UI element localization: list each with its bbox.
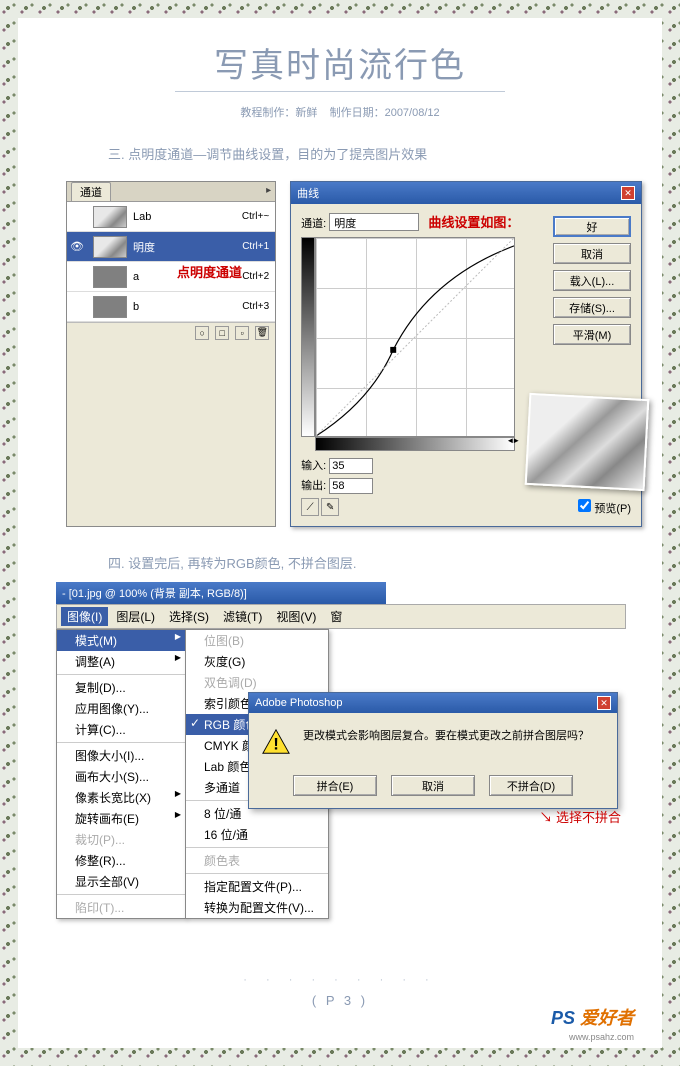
menubar-item[interactable]: 图层(L) bbox=[110, 607, 161, 626]
menu-item: 裁切(P)... bbox=[57, 829, 185, 850]
image-menu: 模式(M)调整(A) 复制(D)...应用图像(Y)...计算(C)... 图像大小… bbox=[56, 629, 186, 919]
save-selection-icon[interactable]: □ bbox=[215, 326, 229, 340]
new-channel-icon[interactable]: ▫ bbox=[235, 326, 249, 340]
svg-text:!: ! bbox=[273, 735, 279, 754]
menu-item[interactable]: 复制(D)... bbox=[57, 677, 185, 698]
pencil-tool-icon[interactable]: ✎ bbox=[321, 498, 339, 516]
delete-channel-icon[interactable]: 🗑 bbox=[255, 326, 269, 340]
menu-item[interactable]: 灰度(G) bbox=[186, 651, 328, 672]
author-label: 教程制作： bbox=[240, 107, 295, 119]
curves-graph[interactable] bbox=[315, 237, 515, 437]
menu-item[interactable]: 转换为配置文件(V)... bbox=[186, 897, 328, 918]
channel-thumb bbox=[93, 236, 127, 258]
alert-title: Adobe Photoshop bbox=[255, 697, 342, 709]
annotation-curves: 曲线设置如图： bbox=[428, 215, 519, 230]
title-underline bbox=[175, 91, 505, 92]
vertical-gradient bbox=[301, 237, 315, 437]
menu-item[interactable]: 修整(R)... bbox=[57, 850, 185, 871]
annotation-brightness-channel: 点明度通道 bbox=[177, 262, 242, 281]
panel-menu-icon[interactable]: ▸ bbox=[266, 185, 271, 196]
channel-row-明度[interactable]: 👁 明度 Ctrl+1 bbox=[67, 232, 275, 262]
save-button[interactable]: 存储(S)... bbox=[553, 297, 631, 318]
visibility-icon[interactable]: 👁 bbox=[67, 240, 87, 253]
alert-cancel-button[interactable]: 取消 bbox=[391, 775, 475, 796]
channel-shortcut: Ctrl+2 bbox=[242, 271, 269, 282]
warning-icon: ! bbox=[261, 727, 291, 757]
channel-name: b bbox=[133, 301, 242, 313]
page-title: 写真时尚流行色 bbox=[38, 38, 642, 87]
menu-item[interactable]: 调整(A) bbox=[57, 651, 185, 672]
menubar-item[interactable]: 图像(I) bbox=[61, 607, 108, 626]
meta-line: 教程制作：新鲜 制作日期：2007/08/12 bbox=[38, 104, 642, 120]
menu-item[interactable]: 像素长宽比(X) bbox=[57, 787, 185, 808]
channel-shortcut: Ctrl+3 bbox=[242, 301, 269, 312]
channel-shortcut: Ctrl+1 bbox=[242, 241, 269, 252]
smooth-button[interactable]: 平滑(M) bbox=[553, 324, 631, 345]
menu-item[interactable]: 画布大小(S)... bbox=[57, 766, 185, 787]
channels-tab[interactable]: 通道 bbox=[71, 182, 111, 201]
date: 2007/08/12 bbox=[385, 107, 440, 119]
menu-item[interactable]: 显示全部(V) bbox=[57, 871, 185, 892]
input-label: 输入: bbox=[301, 460, 326, 472]
output-label: 输出: bbox=[301, 480, 326, 492]
menu-item[interactable]: 计算(C)... bbox=[57, 719, 185, 740]
date-label: 制作日期： bbox=[330, 107, 385, 119]
watermark-logo: PS 爱好者 bbox=[551, 1004, 634, 1030]
flatten-button[interactable]: 拼合(E) bbox=[293, 775, 377, 796]
menubar-item[interactable]: 视图(V) bbox=[270, 607, 322, 626]
alert-dialog: Adobe Photoshop ✕ ! 更改模式会影响图层复合。要在模式更改之前… bbox=[248, 692, 618, 809]
alert-text: 更改模式会影响图层复合。要在模式更改之前拼合图层吗？ bbox=[303, 727, 589, 743]
menubar-item[interactable]: 滤镜(T) bbox=[217, 607, 268, 626]
menu-bar: 图像(I)图层(L)选择(S)滤镜(T)视图(V)窗 bbox=[56, 604, 626, 629]
preview-checkbox[interactable] bbox=[578, 499, 591, 512]
sample-photo bbox=[525, 393, 650, 491]
channel-select[interactable]: 明度 bbox=[329, 213, 419, 231]
annotation-dont-flatten: ↘ 选择不拼合 bbox=[539, 807, 621, 826]
menu-item: 陷印(T)... bbox=[57, 897, 185, 918]
menu-item[interactable]: 16 位/通 bbox=[186, 824, 328, 845]
menu-item[interactable]: 模式(M) bbox=[57, 630, 185, 651]
step-3-text: 三. 点明度通道—调节曲线设置，目的为了提亮图片效果 bbox=[108, 144, 642, 163]
channel-row-Lab[interactable]: Lab Ctrl+~ bbox=[67, 202, 275, 232]
step-4-text: 四. 设置完后, 再转为RGB颜色, 不拼合图层. bbox=[108, 553, 642, 572]
curves-dialog: 曲线 ✕ 通道: 明度 曲线设置如图： bbox=[290, 181, 642, 527]
load-button[interactable]: 载入(L)... bbox=[553, 270, 631, 291]
input-field[interactable] bbox=[329, 458, 373, 474]
curves-title: 曲线 bbox=[297, 185, 319, 201]
channel-to-selection-icon[interactable]: ○ bbox=[195, 326, 209, 340]
menu-item[interactable]: 指定配置文件(P)... bbox=[186, 876, 328, 897]
divider-ornament: · · · · · · · · · bbox=[243, 974, 436, 986]
watermark-url: www.psahz.com bbox=[569, 1032, 634, 1042]
channel-row-b[interactable]: b Ctrl+3 bbox=[67, 292, 275, 322]
output-field[interactable] bbox=[329, 478, 373, 494]
horizontal-gradient bbox=[315, 437, 515, 451]
channel-thumb bbox=[93, 266, 127, 288]
cancel-button[interactable]: 取消 bbox=[553, 243, 631, 264]
channel-name: 明度 bbox=[133, 239, 242, 255]
channels-panel: 通道 ▸ Lab Ctrl+~👁 明度 Ctrl+1 a Ctrl+2 b Ct… bbox=[66, 181, 276, 527]
document-title: - [01.jpg @ 100% (背景 副本, RGB/8)] bbox=[56, 582, 386, 604]
menubar-item[interactable]: 选择(S) bbox=[163, 607, 215, 626]
menubar-item[interactable]: 窗 bbox=[324, 607, 348, 626]
menu-item[interactable]: 应用图像(Y)... bbox=[57, 698, 185, 719]
dont-flatten-button[interactable]: 不拼合(D) bbox=[489, 775, 573, 796]
close-icon[interactable]: ✕ bbox=[621, 186, 635, 200]
channel-thumb bbox=[93, 296, 127, 318]
menu-item: 位图(B) bbox=[186, 630, 328, 651]
channel-thumb bbox=[93, 206, 127, 228]
channel-label: 通道: bbox=[301, 218, 326, 230]
author: 新鲜 bbox=[295, 107, 317, 119]
channel-row-a[interactable]: a Ctrl+2 bbox=[67, 262, 275, 292]
channel-name: Lab bbox=[133, 211, 242, 223]
menu-item[interactable]: 图像大小(I)... bbox=[57, 745, 185, 766]
menu-item[interactable]: 旋转画布(E) bbox=[57, 808, 185, 829]
menu-item: 颜色表 bbox=[186, 850, 328, 871]
preview-label: 预览(P) bbox=[594, 503, 631, 515]
ok-button[interactable]: 好 bbox=[553, 216, 631, 237]
channel-shortcut: Ctrl+~ bbox=[242, 211, 269, 222]
menu-item: 双色调(D) bbox=[186, 672, 328, 693]
close-icon[interactable]: ✕ bbox=[597, 696, 611, 710]
point-tool-icon[interactable]: ⟋ bbox=[301, 498, 319, 516]
